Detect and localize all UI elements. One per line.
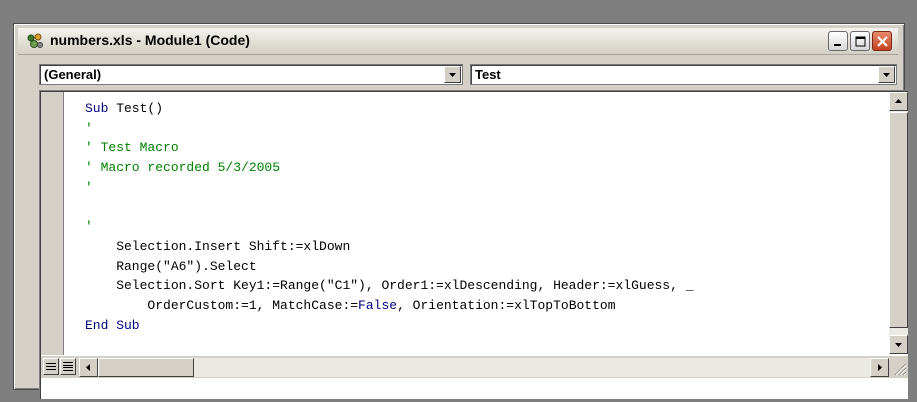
code-token: Range("A6").Select — [85, 258, 257, 274]
vba-module-icon — [27, 33, 43, 48]
scroll-right-button[interactable] — [870, 358, 889, 377]
code-line[interactable]: Selection.Sort Key1:=Range("C1"), Order1… — [85, 276, 694, 296]
procedure-dropdown-button[interactable] — [878, 66, 895, 83]
code-line[interactable]: End Sub — [85, 316, 694, 336]
editor-status-bar — [41, 356, 908, 378]
scroll-left-button[interactable] — [79, 358, 98, 377]
code-line[interactable]: ' — [85, 119, 694, 139]
object-dropdown-value: (General) — [44, 67, 102, 82]
procedure-dropdown[interactable]: Test — [470, 64, 897, 85]
object-dropdown-button[interactable] — [444, 66, 461, 83]
code-token: OrderCustom:=1, MatchCase:= — [85, 298, 359, 314]
procedure-view-button[interactable] — [43, 358, 59, 375]
procedure-dropdown-value: Test — [475, 67, 501, 82]
arrow-down-icon — [895, 343, 902, 347]
code-token: Test() — [108, 101, 164, 116]
close-button[interactable] — [872, 31, 892, 51]
code-token: , Orientation:=xlTopToBottom — [397, 298, 616, 314]
code-line[interactable]: Selection.Insert Shift:=xlDown — [85, 237, 694, 257]
code-line[interactable]: OrderCustom:=1, MatchCase:=False, Orient… — [85, 296, 694, 316]
keyword-token: Sub — [85, 101, 109, 116]
code-line[interactable]: Sub Test() — [85, 99, 694, 119]
code-line[interactable]: Range("A6").Select — [85, 257, 694, 277]
object-dropdown[interactable]: (General) — [39, 64, 463, 85]
code-line[interactable]: ' — [85, 178, 694, 198]
code-line[interactable]: ' — [85, 217, 694, 237]
comment-token: ' Test Macro — [85, 140, 179, 156]
horizontal-scroll-thumb[interactable] — [98, 358, 194, 377]
code-token: Selection.Sort Key1:=Range("C1"), Order1… — [85, 278, 694, 294]
close-icon — [877, 36, 888, 47]
code-editor[interactable]: Sub Test() ' ' Test Macro ' Macro recorded … — [39, 90, 909, 400]
arrow-left-icon — [86, 364, 90, 371]
vertical-scrollbar[interactable] — [889, 92, 908, 354]
code-text[interactable]: Sub Test() ' ' Test Macro ' Macro recorded … — [85, 99, 694, 335]
procedure-view-icon — [46, 363, 56, 370]
maximize-button[interactable] — [850, 31, 870, 51]
comment-token: ' Macro recorded 5/3/2005 — [85, 160, 281, 176]
resize-grip-icon[interactable] — [891, 360, 907, 376]
window-title: numbers.xls - Module1 (Code) — [50, 32, 250, 48]
comment-token: ' — [85, 219, 93, 235]
scroll-up-button[interactable] — [889, 92, 908, 111]
vertical-scroll-thumb[interactable] — [889, 112, 908, 328]
keyword-token: End Sub — [85, 317, 140, 333]
code-window: numbers.xls - Module1 (Code) (General) T… — [13, 23, 909, 400]
maximize-icon — [855, 36, 866, 47]
chevron-down-icon — [883, 73, 890, 77]
horizontal-scrollbar[interactable] — [79, 358, 889, 377]
margin-indicator-bar[interactable] — [41, 92, 64, 355]
code-line[interactable]: ​ — [85, 198, 694, 218]
code-token: Selection.Insert Shift:=xlDown — [85, 238, 351, 254]
full-module-view-icon — [63, 362, 73, 371]
full-module-view-button[interactable] — [60, 358, 76, 375]
scroll-down-button[interactable] — [889, 335, 908, 354]
keyword-token: False — [358, 298, 398, 314]
comment-token: ' — [85, 120, 93, 136]
arrow-right-icon — [878, 364, 882, 371]
chevron-down-icon — [449, 73, 456, 77]
minimize-button[interactable] — [828, 31, 848, 51]
code-line[interactable]: ' Test Macro — [85, 138, 694, 158]
code-line[interactable]: ' Macro recorded 5/3/2005 — [85, 158, 694, 178]
comment-token: ' — [85, 179, 93, 195]
title-bar[interactable]: numbers.xls - Module1 (Code) — [18, 28, 898, 55]
minimize-icon — [834, 44, 841, 46]
arrow-up-icon — [895, 99, 902, 103]
